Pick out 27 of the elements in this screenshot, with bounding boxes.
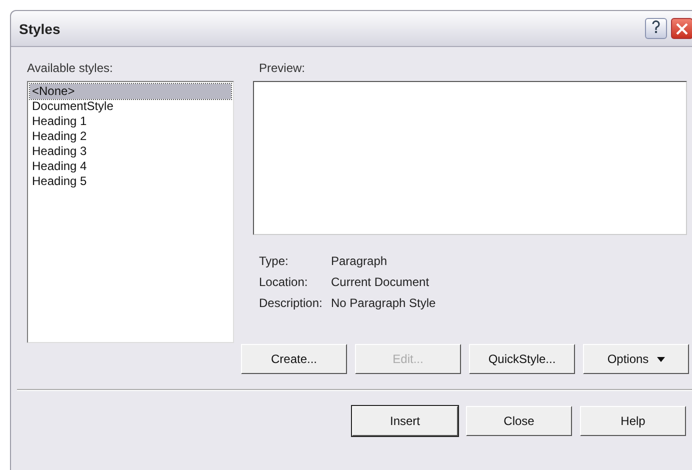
list-label: Available styles: — [27, 61, 114, 75]
detail-label: Type: — [259, 254, 290, 268]
preview-label: Preview: — [259, 61, 306, 75]
action-button[interactable]: Options — [583, 344, 689, 374]
dialog-button[interactable]: Insert — [352, 406, 458, 436]
caret-icon — [656, 356, 665, 362]
close-button[interactable] — [671, 18, 692, 39]
style-item[interactable]: <None> — [30, 84, 231, 99]
window-title: Styles — [19, 20, 62, 36]
style-item[interactable]: Heading 2 — [30, 129, 231, 144]
style-item[interactable]: Heading 5 — [30, 174, 231, 189]
detail-label: Location: — [259, 275, 309, 289]
style-item[interactable]: Heading 3 — [30, 144, 231, 159]
detail-value: Current Document — [331, 275, 430, 289]
help-icon — [651, 20, 661, 34]
dialog-button[interactable]: Close — [466, 406, 572, 436]
dialog-button[interactable]: Help — [580, 406, 686, 436]
close-icon — [676, 22, 688, 34]
detail-value: No Paragraph Style — [331, 296, 437, 310]
detail-value: Paragraph — [331, 254, 388, 268]
style-item[interactable]: Heading 4 — [30, 159, 231, 174]
help-button[interactable] — [645, 18, 667, 39]
style-item[interactable]: DocumentStyle — [30, 99, 231, 114]
action-button[interactable]: QuickStyle... — [469, 344, 575, 374]
action-button[interactable]: Create... — [241, 344, 347, 374]
detail-label: Description: — [259, 296, 324, 310]
style-item[interactable]: Heading 1 — [30, 114, 231, 129]
